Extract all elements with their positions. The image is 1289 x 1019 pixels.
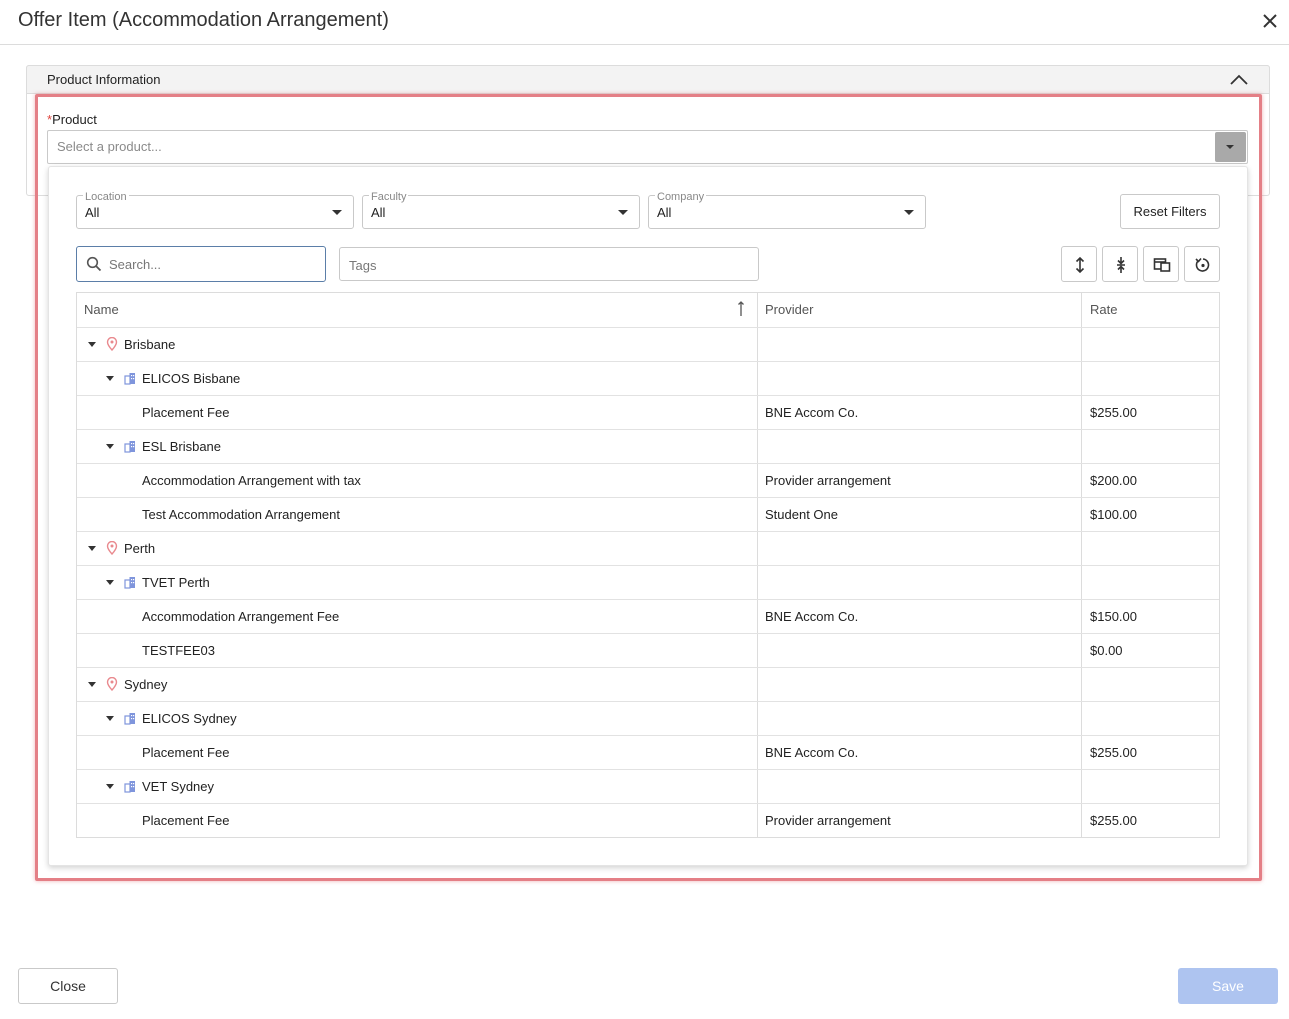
dialog-title: Offer Item (Accommodation Arrangement) bbox=[18, 9, 389, 31]
columns-icon bbox=[1153, 258, 1171, 272]
reset-filters-button[interactable]: Reset Filters bbox=[1120, 194, 1220, 229]
column-header-name[interactable]: Name bbox=[84, 293, 119, 327]
row-provider: BNE Accom Co. bbox=[765, 405, 859, 420]
section-title: Product Information bbox=[47, 72, 161, 87]
location-filter-label: Location bbox=[83, 191, 129, 203]
caret-down-icon bbox=[1226, 145, 1234, 149]
columns-button[interactable] bbox=[1143, 246, 1179, 282]
row-provider: Provider arrangement bbox=[765, 473, 891, 488]
location-pin-icon bbox=[106, 676, 118, 692]
row-rate: $255.00 bbox=[1090, 813, 1137, 828]
row-provider: Provider arrangement bbox=[765, 813, 891, 828]
row-name: VET Sydney bbox=[142, 779, 215, 794]
expand-caret-icon[interactable] bbox=[106, 444, 114, 449]
row-provider: BNE Accom Co. bbox=[765, 745, 859, 760]
product-label: *Product bbox=[47, 112, 97, 127]
expand-caret-icon[interactable] bbox=[88, 342, 96, 347]
search-input[interactable] bbox=[109, 253, 319, 275]
row-name: TESTFEE03 bbox=[142, 643, 215, 658]
table-row[interactable] bbox=[77, 634, 1219, 667]
caret-down-icon bbox=[904, 210, 914, 215]
row-name: Placement Fee bbox=[142, 745, 230, 760]
expand-caret-icon[interactable] bbox=[88, 682, 96, 687]
row-provider: Student One bbox=[765, 507, 838, 522]
table-row[interactable] bbox=[77, 702, 1219, 735]
row-rate: $0.00 bbox=[1090, 643, 1123, 658]
company-filter-label: Company bbox=[655, 191, 707, 203]
caret-down-icon bbox=[618, 210, 628, 215]
column-header-rate[interactable]: Rate bbox=[1090, 293, 1117, 327]
table-row[interactable] bbox=[77, 566, 1219, 599]
close-icon[interactable] bbox=[1256, 6, 1284, 36]
reset-layout-button[interactable] bbox=[1184, 246, 1220, 282]
table-row[interactable] bbox=[77, 668, 1219, 701]
collapse-all-button[interactable] bbox=[1102, 246, 1138, 282]
row-name: Accommodation Arrangement with tax bbox=[142, 473, 361, 488]
save-button[interactable]: Save bbox=[1178, 968, 1278, 1004]
location-pin-icon bbox=[106, 540, 118, 556]
row-name: Brisbane bbox=[124, 337, 176, 352]
row-name: ELICOS Bisbane bbox=[142, 371, 241, 386]
row-name: ESL Brisbane bbox=[142, 439, 222, 454]
row-name: ELICOS Sydney bbox=[142, 711, 237, 726]
table-row[interactable] bbox=[77, 396, 1219, 429]
sort-ascending-icon[interactable] bbox=[735, 300, 747, 318]
expand-caret-icon[interactable] bbox=[106, 784, 114, 789]
expand-caret-icon[interactable] bbox=[88, 546, 96, 551]
collapse-chevron-up-icon[interactable] bbox=[1226, 68, 1252, 92]
product-dropdown-button[interactable] bbox=[1215, 132, 1246, 162]
collapse-all-icon bbox=[1117, 257, 1125, 273]
building-icon bbox=[124, 779, 136, 793]
row-name: Accommodation Arrangement Fee bbox=[142, 609, 340, 624]
expand-caret-icon[interactable] bbox=[106, 376, 114, 381]
row-name: Placement Fee bbox=[142, 813, 230, 828]
table-row[interactable] bbox=[77, 430, 1219, 463]
row-name: Sydney bbox=[124, 677, 168, 692]
reset-icon bbox=[1195, 257, 1210, 272]
close-button[interactable]: Close bbox=[18, 968, 118, 1004]
row-name: Perth bbox=[124, 541, 156, 556]
table-row[interactable] bbox=[77, 362, 1219, 395]
row-rate: $100.00 bbox=[1090, 507, 1137, 522]
row-rate: $255.00 bbox=[1090, 405, 1137, 420]
tags-input[interactable] bbox=[349, 255, 749, 275]
table-row[interactable] bbox=[77, 736, 1219, 769]
row-name: Test Accommodation Arrangement bbox=[142, 507, 340, 522]
search-icon bbox=[86, 256, 102, 272]
faculty-filter-label: Faculty bbox=[369, 191, 409, 203]
column-header-provider[interactable]: Provider bbox=[765, 293, 813, 327]
location-filter-value: All bbox=[85, 205, 100, 220]
expand-caret-icon[interactable] bbox=[106, 716, 114, 721]
building-icon bbox=[124, 439, 136, 453]
building-icon bbox=[124, 371, 136, 385]
expand-all-button[interactable] bbox=[1061, 246, 1097, 282]
table-row[interactable] bbox=[77, 532, 1219, 565]
building-icon bbox=[124, 711, 136, 725]
section-header[interactable] bbox=[26, 65, 1270, 94]
row-name: TVET Perth bbox=[142, 575, 210, 590]
company-filter-value: All bbox=[657, 205, 672, 220]
product-select[interactable] bbox=[47, 130, 1248, 164]
table-row[interactable] bbox=[77, 328, 1219, 361]
caret-down-icon bbox=[332, 210, 342, 215]
location-pin-icon bbox=[106, 336, 118, 352]
row-provider: BNE Accom Co. bbox=[765, 609, 859, 624]
table-row[interactable] bbox=[77, 770, 1219, 803]
building-icon bbox=[124, 575, 136, 589]
product-placeholder: Select a product... bbox=[57, 139, 162, 154]
faculty-filter-value: All bbox=[371, 205, 386, 220]
expand-caret-icon[interactable] bbox=[106, 580, 114, 585]
expand-all-icon bbox=[1075, 256, 1085, 274]
table-row[interactable] bbox=[77, 804, 1219, 837]
row-rate: $150.00 bbox=[1090, 609, 1137, 624]
row-rate: $200.00 bbox=[1090, 473, 1137, 488]
row-rate: $255.00 bbox=[1090, 745, 1137, 760]
row-name: Placement Fee bbox=[142, 405, 230, 420]
